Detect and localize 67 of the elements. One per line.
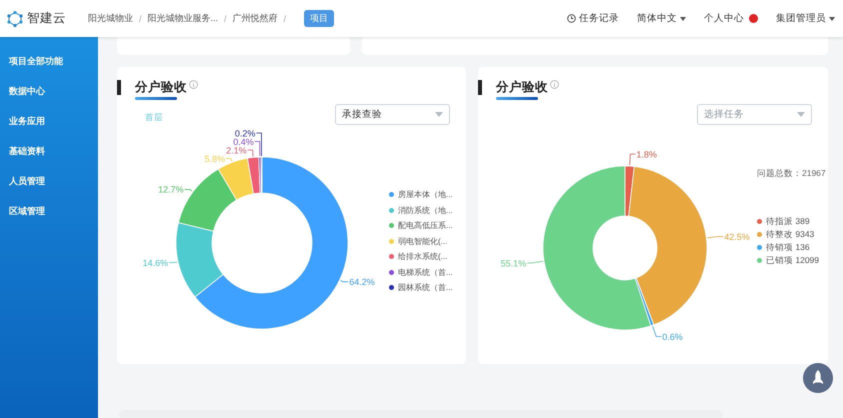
legend-label[interactable]: 待整改 9343 [766, 228, 814, 240]
leader-line [340, 280, 349, 282]
sidebar-item[interactable]: 业务应用 [0, 114, 54, 128]
title-marker [478, 80, 482, 95]
percent-label: 12.7% [158, 184, 184, 195]
caret-icon [829, 16, 835, 20]
breadcrumb-link[interactable]: 阳光城物业服务... [148, 12, 218, 25]
legend-label[interactable]: 园林系统（首... [398, 282, 453, 294]
logo-icon [7, 10, 23, 26]
sidebar-item[interactable]: 基础资料 [0, 144, 54, 158]
select-field[interactable]: 承接查验 [335, 104, 450, 124]
percent-label: 14.6% [142, 258, 168, 268]
breadcrumb-link[interactable]: 阳光城物业 [88, 12, 133, 25]
title-underline [135, 97, 177, 100]
legend-label[interactable]: 消防系统（地... [398, 204, 453, 216]
menu-link[interactable]: 集团管理员 [776, 12, 826, 25]
menu-link[interactable]: 个人中心 [704, 12, 744, 25]
panel-title: 分户验收 [496, 79, 548, 96]
info-icon[interactable] [189, 80, 198, 89]
clock-icon [567, 14, 576, 23]
logo-text: 智建云 [27, 10, 66, 27]
sidebar-item[interactable]: 项目全部功能 [0, 54, 72, 68]
legend-label[interactable]: 已销项 12099 [766, 254, 819, 266]
leader-line [168, 262, 178, 264]
legend-label[interactable]: 弱电智能化(... [398, 236, 448, 247]
percent-label: 1.8% [636, 149, 657, 160]
title-marker [117, 80, 121, 95]
leader-line [706, 236, 724, 238]
menu-link[interactable]: 任务记录 [579, 12, 619, 25]
leader-line [526, 260, 544, 264]
percent-label: 2.1% [226, 145, 247, 156]
percent-label: 55.1% [500, 258, 526, 268]
breadcrumb-separator: / [139, 14, 142, 24]
caret-icon [435, 112, 443, 116]
legend-label[interactable]: 给排水系统(... [398, 251, 448, 262]
percent-label: 0.2% [234, 128, 256, 138]
caret-icon [680, 16, 686, 20]
legend-label[interactable]: 配电高低压系... [398, 220, 453, 232]
project-badge: 项目 [304, 10, 334, 27]
leader-line [226, 158, 232, 162]
breadcrumb-separator: / [284, 14, 286, 24]
rocket-icon [812, 370, 824, 386]
leader-line [652, 326, 662, 338]
legend-label[interactable]: 电梯系统（首... [398, 266, 453, 278]
percent-label: 5.8% [204, 154, 225, 164]
caret-icon [797, 112, 805, 116]
percent-label: 42.5% [724, 232, 750, 242]
sidebar-item[interactable]: 数据中心 [0, 84, 54, 98]
sidebar-item[interactable]: 区域管理 [0, 204, 54, 218]
info-icon[interactable] [550, 80, 559, 89]
alert-dot [749, 14, 758, 23]
total-count: 问题总数：21967 [757, 168, 826, 180]
breadcrumb-link[interactable]: 广州悦然府 [232, 12, 278, 25]
percent-label: 64.2% [349, 277, 375, 288]
sidebar-item[interactable]: 人员管理 [0, 174, 54, 188]
back-to-top-button[interactable] [803, 363, 833, 393]
breadcrumb-separator: / [224, 14, 227, 24]
percent-label: 0.4% [233, 136, 254, 147]
leader-line [184, 189, 192, 192]
panel-title: 分户验收 [135, 79, 187, 96]
legend-label[interactable]: 待销项 136 [766, 242, 810, 254]
legend-label[interactable]: 房屋本体（地... [398, 189, 453, 200]
menu-link[interactable]: 简体中文 [637, 12, 677, 25]
legend-label[interactable]: 待指派 389 [766, 216, 810, 228]
title-underline [496, 97, 538, 100]
percent-label: 0.6% [662, 332, 683, 342]
leader-line [629, 154, 636, 166]
